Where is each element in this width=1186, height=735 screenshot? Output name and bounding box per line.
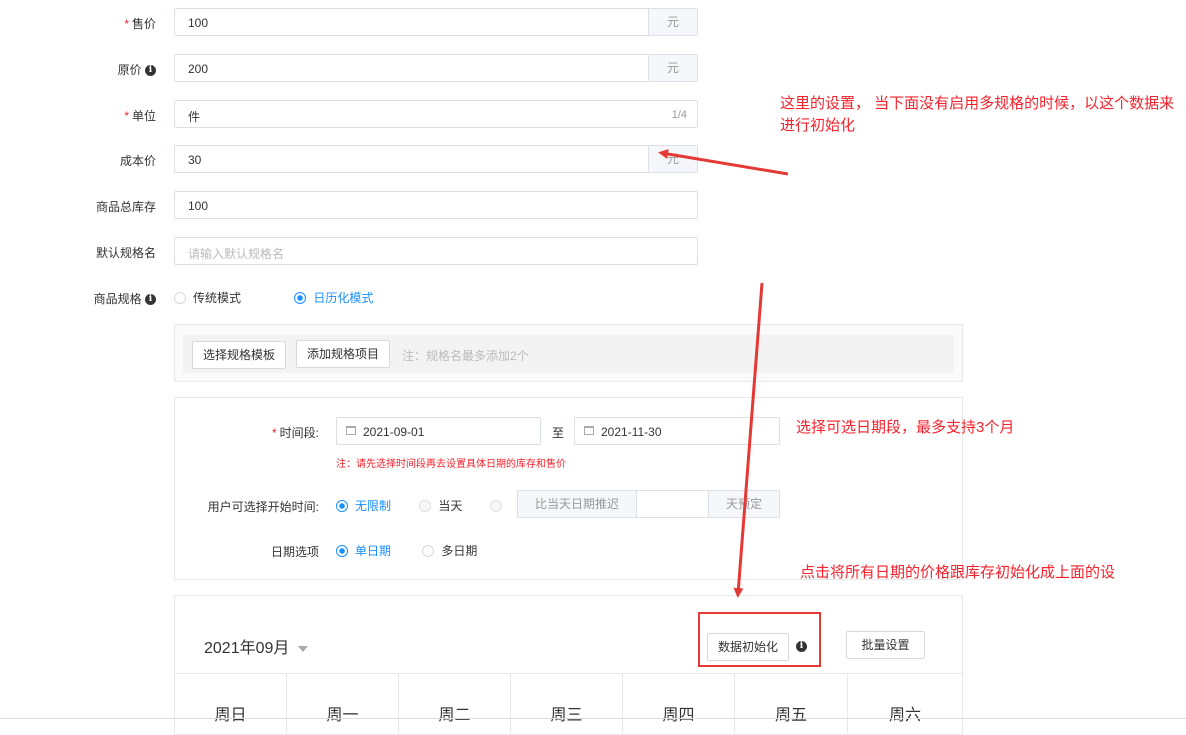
arrow-to-cost-price xyxy=(658,149,789,176)
annotation-arrows xyxy=(658,149,789,598)
arrow-to-init-button xyxy=(733,282,764,598)
